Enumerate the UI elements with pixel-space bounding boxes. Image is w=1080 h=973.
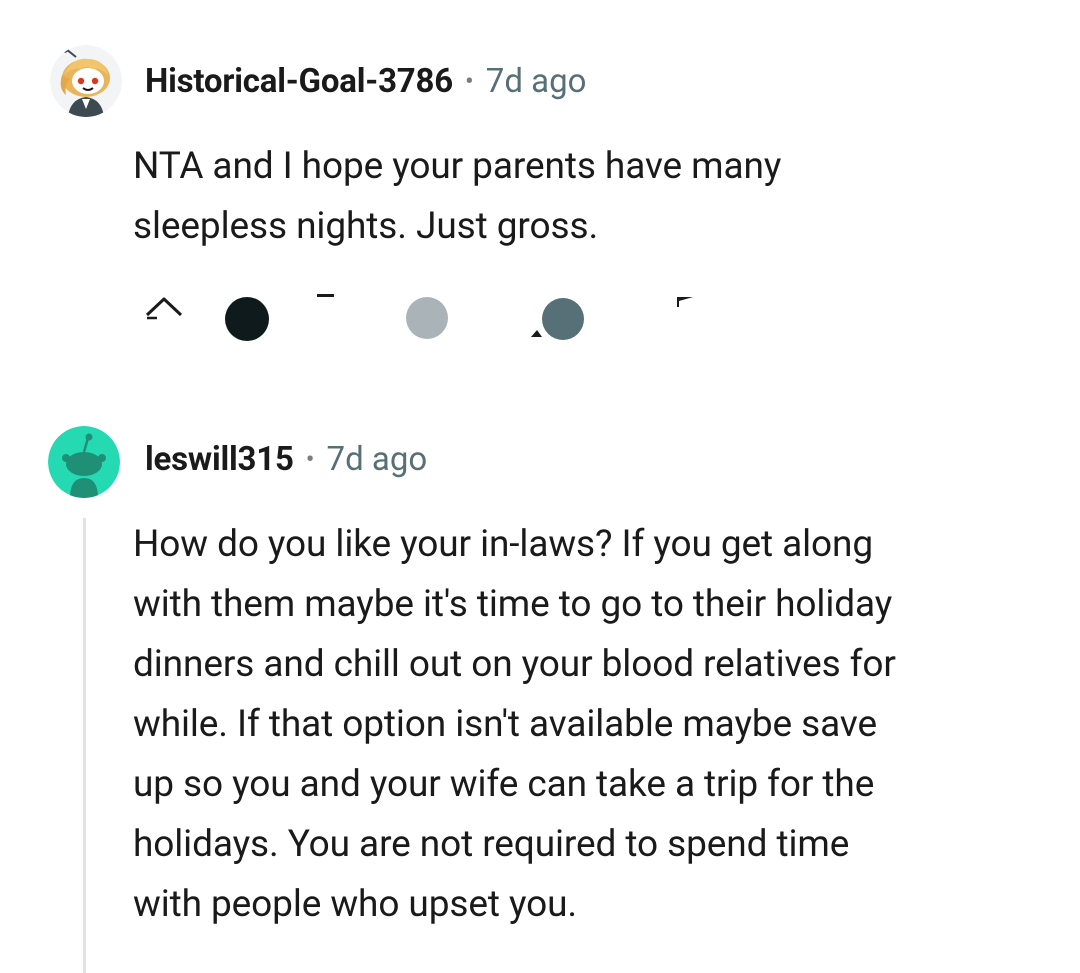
comment-body-line: holidays. You are not required to spend … — [133, 823, 850, 866]
comment-body-line: How do you like your in-laws? If you get… — [133, 523, 874, 566]
comment-body-line: while. If that option isn't available ma… — [133, 703, 877, 746]
timestamp: 7d ago — [485, 62, 587, 101]
divider-icon — [317, 294, 334, 297]
reply-icon[interactable] — [531, 298, 584, 340]
comment-meta: leswill315 • 7d ago — [145, 440, 427, 479]
more-icon[interactable] — [677, 297, 693, 307]
downvote-icon[interactable] — [406, 297, 469, 339]
comment-action-bar — [133, 285, 733, 355]
comment-body-line: with people who upset you. — [133, 883, 578, 926]
comment-body-line: up so you and your wife can take a trip … — [133, 763, 875, 806]
user-avatar[interactable] — [48, 426, 120, 498]
comment-body-line: with them maybe it's time to go to their… — [133, 583, 893, 626]
vote-indicator-icon — [225, 297, 269, 341]
comment-body: How do you like your in-laws? If you get… — [133, 515, 896, 935]
snoo-avatar-blonde-icon — [50, 45, 122, 117]
timestamp: 7d ago — [326, 440, 428, 479]
user-avatar[interactable] — [50, 45, 122, 117]
upvote-icon[interactable] — [145, 297, 183, 320]
meta-separator: • — [305, 444, 315, 475]
comment-body-line: dinners and chill out on your blood rela… — [133, 643, 896, 686]
username[interactable]: leswill315 — [145, 440, 294, 479]
thread-line[interactable] — [83, 518, 86, 973]
comment-meta: Historical-Goal-3786 • 7d ago — [145, 62, 586, 101]
meta-separator: • — [465, 66, 474, 97]
comment-body-line: NTA and I hope your parents have many — [133, 145, 782, 188]
username[interactable]: Historical-Goal-3786 — [145, 62, 453, 101]
action-bar-graphic — [145, 294, 693, 341]
snoo-avatar-teal-icon — [48, 426, 120, 498]
comment-body-line: sleepless nights. Just gross. — [133, 205, 599, 248]
comment-body: NTA and I hope your parents have many sl… — [133, 137, 781, 257]
